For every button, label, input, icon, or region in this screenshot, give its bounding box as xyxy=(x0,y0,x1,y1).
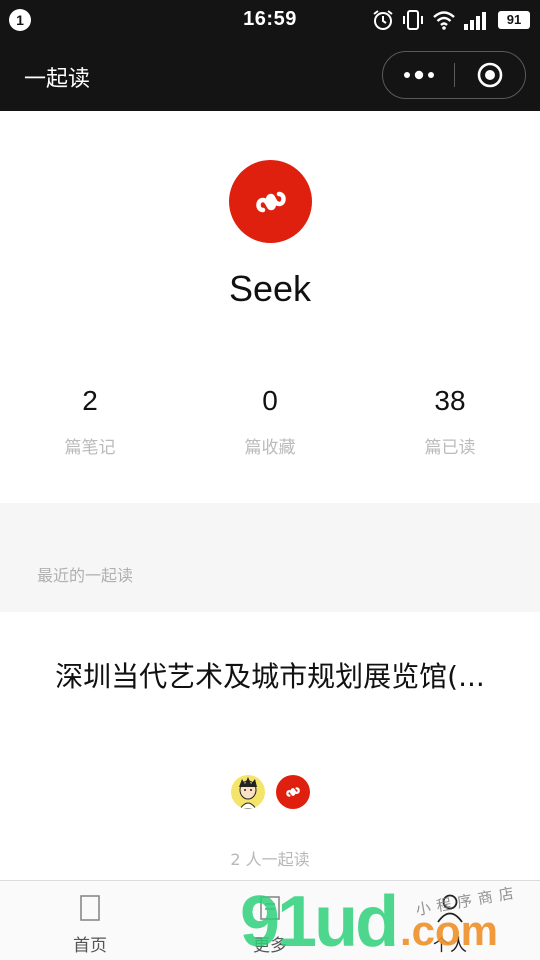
battery-level: 91 xyxy=(498,11,530,29)
stat-value: 2 xyxy=(82,385,98,416)
status-icons: 91 xyxy=(372,8,530,32)
section-title: 最近的一起读 xyxy=(37,566,134,585)
page-title: 一起读 xyxy=(24,67,91,92)
stat-label: 篇收藏 xyxy=(244,438,296,458)
username: Seek xyxy=(228,268,312,309)
mini-program-logo-icon xyxy=(255,191,286,212)
stat-value: 0 xyxy=(262,385,278,416)
reader-avatars xyxy=(0,775,540,809)
more-icon xyxy=(255,893,285,923)
vibrate-icon xyxy=(403,10,423,30)
recent-section-header: 最近的一起读 xyxy=(0,503,540,612)
readers-count: 2 人一起读 xyxy=(230,850,310,869)
tab-profile[interactable]: 个人 xyxy=(360,881,540,960)
reader-avatar xyxy=(230,775,265,809)
alarm-icon xyxy=(373,10,393,30)
tab-label: 首页 xyxy=(73,936,107,956)
recent-read-card[interactable]: 深圳当代艺术及城市规划展览馆(... 2 人一起读 xyxy=(0,612,540,880)
mini-program-logo-icon xyxy=(285,787,300,797)
stat-value: 38 xyxy=(434,385,466,416)
wifi-icon xyxy=(433,11,455,30)
stat-label: 篇已读 xyxy=(424,438,476,458)
mini-program-capsule xyxy=(382,51,526,99)
stat-label: 篇笔记 xyxy=(64,438,116,458)
more-button[interactable] xyxy=(383,52,454,98)
stat-favorites[interactable]: 0 篇收藏 xyxy=(180,382,360,458)
more-dots-icon xyxy=(403,70,434,80)
close-button[interactable] xyxy=(455,52,525,98)
tab-label: 更多 xyxy=(253,936,287,956)
status-bar: 1 16:59 91 xyxy=(0,0,540,40)
tab-label: 个人 xyxy=(433,936,467,956)
home-icon xyxy=(75,893,105,923)
nav-bar: 一起读 xyxy=(0,40,540,111)
tab-more[interactable]: 更多 xyxy=(180,881,360,960)
stat-read[interactable]: 38 篇已读 xyxy=(360,382,540,458)
card-title: 深圳当代艺术及城市规划展览馆(... xyxy=(55,660,485,693)
signal-icon xyxy=(464,12,486,30)
stats-row: 2 篇笔记 0 篇收藏 38 篇已读 xyxy=(0,382,540,462)
person-icon xyxy=(435,893,465,923)
reader-avatar xyxy=(275,775,310,809)
cartoon-avatar-icon xyxy=(238,777,257,809)
tab-home[interactable]: 首页 xyxy=(0,881,180,960)
target-close-icon xyxy=(477,62,503,88)
stat-notes[interactable]: 2 篇笔记 xyxy=(0,382,180,458)
tab-bar: 首页 更多 个人 xyxy=(0,880,540,960)
avatar[interactable] xyxy=(229,160,312,243)
